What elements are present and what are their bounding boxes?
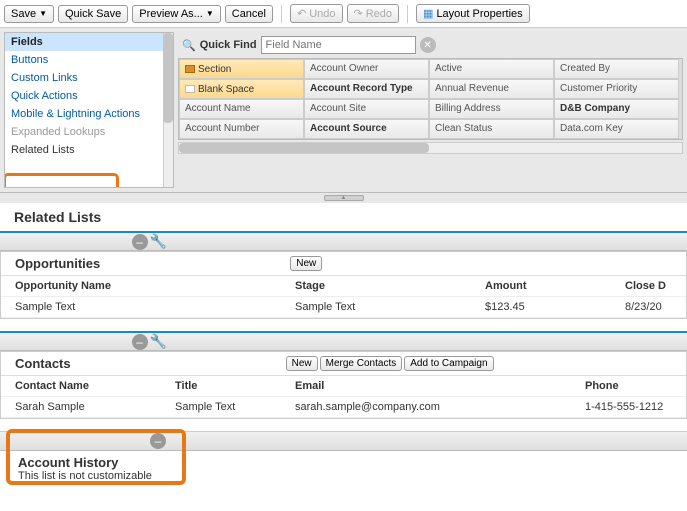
sidebar-item-expanded-lookups[interactable]: Expanded Lookups (5, 123, 173, 141)
pill-datacom-key[interactable]: Data.com Key (554, 119, 679, 139)
col-amount: Amount (471, 276, 611, 297)
pill-account-number[interactable]: Account Number (179, 119, 304, 139)
col-email: Email (281, 376, 571, 397)
separator (281, 5, 282, 23)
opportunities-block: Opportunities New Opportunity Name Stage… (0, 251, 687, 319)
search-icon: 🔍 (182, 39, 196, 52)
contacts-block: Contacts New Merge Contacts Add to Campa… (0, 351, 687, 419)
contacts-new-button[interactable]: New (286, 356, 318, 371)
palette-area: Fields Buttons Custom Links Quick Action… (0, 28, 687, 193)
remove-icon[interactable]: – (132, 334, 148, 350)
preview-as-button[interactable]: Preview As...▼ (132, 5, 221, 23)
sidebar-item-fields[interactable]: Fields (5, 33, 173, 51)
redo-button[interactable]: ↷Redo (347, 4, 400, 23)
pill-account-site[interactable]: Account Site (304, 99, 429, 119)
pill-blank-space[interactable]: Blank Space (179, 79, 304, 99)
sidebar-item-custom-links[interactable]: Custom Links (5, 69, 173, 87)
undo-button[interactable]: ↶Undo (290, 4, 343, 23)
col-stage: Stage (281, 276, 471, 297)
quick-find-label: Quick Find (200, 39, 257, 51)
pill-annual-revenue[interactable]: Annual Revenue (429, 79, 554, 99)
top-toolbar: Save▼ Quick Save Preview As...▼ Cancel ↶… (0, 0, 687, 28)
remove-icon[interactable]: – (132, 234, 148, 250)
col-close-date: Close D (611, 276, 686, 297)
opp-new-button[interactable]: New (290, 256, 322, 271)
table-row: Sample Text Sample Text $123.45 8/23/20 (1, 297, 686, 318)
sidebar-item-related-lists[interactable]: Related Lists (5, 141, 173, 159)
pill-account-name[interactable]: Account Name (179, 99, 304, 119)
pill-billing-address[interactable]: Billing Address (429, 99, 554, 119)
blank-icon (185, 85, 195, 93)
pill-section[interactable]: Section (179, 59, 304, 79)
col-phone: Phone (571, 376, 686, 397)
pill-created-by[interactable]: Created By (554, 59, 679, 79)
category-sidebar: Fields Buttons Custom Links Quick Action… (4, 32, 174, 188)
separator (407, 5, 408, 23)
redo-icon: ↷ (354, 7, 363, 20)
opportunities-table: Opportunity Name Stage Amount Close D Sa… (1, 276, 686, 318)
remove-icon[interactable]: – (150, 433, 166, 449)
pill-account-record-type[interactable]: Account Record Type (304, 79, 429, 99)
save-button[interactable]: Save▼ (4, 5, 54, 23)
opportunities-title: Opportunities (15, 256, 100, 271)
clear-icon[interactable]: ✕ (420, 37, 436, 53)
quick-save-button[interactable]: Quick Save (58, 5, 128, 23)
section-icon (185, 65, 195, 73)
undo-icon: ↶ (297, 7, 306, 20)
sidebar-item-buttons[interactable]: Buttons (5, 51, 173, 69)
pill-active[interactable]: Active (429, 59, 554, 79)
contacts-toolbar: – 🔧 (0, 331, 687, 351)
pill-dnb-company[interactable]: D&B Company (554, 99, 679, 119)
account-history-block: – Account History This list is not custo… (0, 431, 687, 490)
table-row: Sarah Sample Sample Text sarah.sample@co… (1, 397, 686, 418)
cancel-button[interactable]: Cancel (225, 5, 273, 23)
wrench-icon[interactable]: 🔧 (150, 333, 167, 350)
pill-clean-status[interactable]: Clean Status (429, 119, 554, 139)
pill-account-owner[interactable]: Account Owner (304, 59, 429, 79)
contacts-table: Contact Name Title Email Phone Sarah Sam… (1, 376, 686, 418)
opportunities-toolbar: – 🔧 (0, 231, 687, 251)
highlight-related-lists (4, 173, 119, 188)
account-history-title: Account History (18, 455, 669, 470)
add-to-campaign-button[interactable]: Add to Campaign (404, 356, 493, 371)
col-contact-name: Contact Name (1, 376, 161, 397)
col-title: Title (161, 376, 281, 397)
field-grid: Section Account Owner Active Created By … (178, 58, 683, 140)
layout-icon: ▦ (423, 7, 433, 20)
col-opp-name: Opportunity Name (1, 276, 281, 297)
sidebar-scrollbar[interactable] (163, 33, 173, 187)
merge-contacts-button[interactable]: Merge Contacts (320, 356, 403, 371)
pill-account-source[interactable]: Account Source (304, 119, 429, 139)
pill-customer-priority[interactable]: Customer Priority (554, 79, 679, 99)
field-palette: 🔍 Quick Find ✕ Section Account Owner Act… (178, 32, 683, 188)
related-lists-header: Related Lists (0, 203, 687, 231)
sidebar-item-mobile-actions[interactable]: Mobile & Lightning Actions (5, 105, 173, 123)
contacts-title: Contacts (15, 356, 71, 371)
account-history-toolbar: – (0, 431, 687, 451)
layout-properties-button[interactable]: ▦Layout Properties (416, 4, 530, 23)
splitter[interactable]: ▲ (0, 193, 687, 203)
wrench-icon[interactable]: 🔧 (150, 233, 167, 250)
sidebar-item-quick-actions[interactable]: Quick Actions (5, 87, 173, 105)
quick-find-input[interactable] (261, 36, 416, 54)
palette-scrollbar[interactable] (178, 142, 683, 154)
account-history-subtitle: This list is not customizable (18, 470, 669, 482)
quick-find-row: 🔍 Quick Find ✕ (178, 32, 683, 58)
